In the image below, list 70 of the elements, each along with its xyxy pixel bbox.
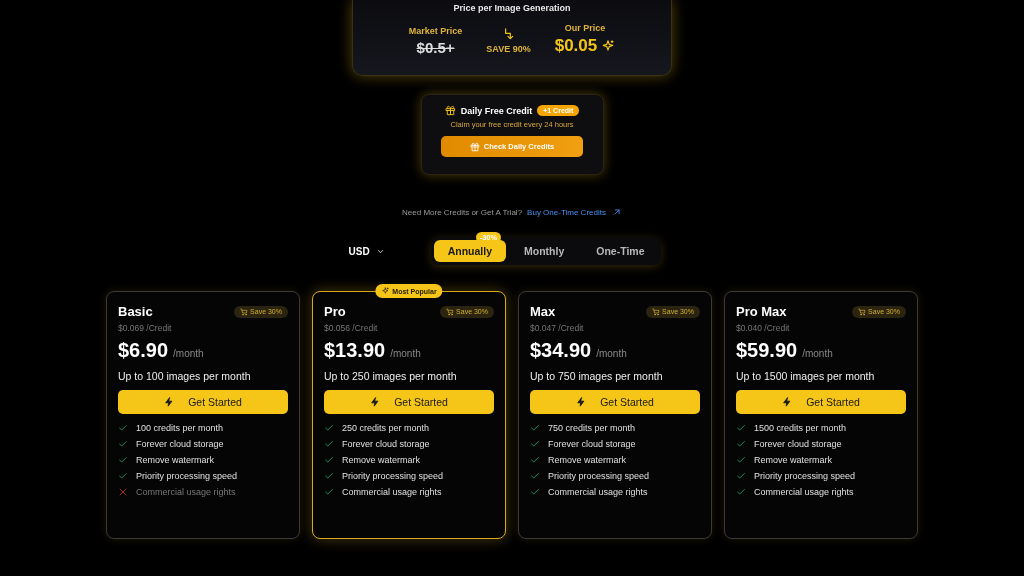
feature-text: Commercial usage rights [754, 487, 854, 497]
feature-text: Remove watermark [136, 455, 215, 465]
feature-text: 750 credits per month [548, 423, 636, 433]
get-started-button[interactable]: Get Started [324, 390, 494, 414]
feature-text: 100 credits per month [136, 423, 224, 433]
our-price: $0.05 [554, 36, 598, 56]
feature-text: Forever cloud storage [136, 439, 224, 449]
billing-tab[interactable]: One-Time [582, 240, 659, 262]
bolt-icon [576, 397, 587, 407]
feature-text: 1500 credits per month [754, 423, 847, 433]
feature-text: Remove watermark [754, 455, 833, 465]
feature-text: Priority processing speed [548, 471, 650, 481]
feature-text: Commercial usage rights [548, 487, 648, 497]
billing-tab[interactable]: Monthly [510, 240, 579, 262]
plan-name: Pro [324, 304, 346, 319]
plan-price: $59.90 [736, 339, 798, 362]
bolt-icon [782, 397, 793, 407]
get-started-button[interactable]: Get Started [736, 390, 906, 414]
cart-icon [652, 307, 661, 316]
per-credit-price: $0.047 /Credit [530, 323, 585, 333]
cart-icon [858, 307, 867, 316]
plan-summary: Up to 1500 images per month [736, 370, 876, 382]
our-price-label: Our Price [564, 23, 606, 33]
feature-text: Forever cloud storage [754, 439, 842, 449]
sparkle-icon [381, 287, 390, 295]
feature-text: Forever cloud storage [342, 439, 430, 449]
external-arrow-icon [611, 207, 622, 217]
feature-text: Forever cloud storage [548, 439, 636, 449]
daily-credit-title: Daily Free Credit [460, 105, 533, 116]
plan-price: $6.90 [118, 339, 169, 362]
price-period: /month [596, 348, 627, 359]
currency-dropdown[interactable]: USD [342, 241, 391, 261]
per-credit-price: $0.056 /Credit [324, 323, 379, 333]
price-period: /month [802, 348, 833, 359]
feature-text: Commercial usage rights [136, 487, 236, 497]
plan-price: $13.90 [324, 339, 386, 362]
plan-name: Basic [118, 304, 153, 319]
sparkle-icon [601, 39, 616, 53]
gift-icon [469, 141, 480, 152]
market-price: $0.5+ [416, 39, 455, 56]
get-started-button[interactable]: Get Started [530, 390, 700, 414]
market-price-label: Market Price [408, 26, 463, 36]
cart-icon [240, 307, 249, 316]
trial-text: Need More Credits or Get A Trial? [402, 207, 523, 217]
bolt-icon [370, 397, 381, 407]
feature-text: 250 credits per month [342, 423, 430, 433]
price-period: /month [390, 348, 421, 359]
buy-credits-link[interactable]: Buy One-Time Credits [527, 207, 622, 217]
feature-text: Commercial usage rights [342, 487, 442, 497]
per-credit-price: $0.069 /Credit [118, 323, 173, 333]
gift-icon [444, 105, 456, 116]
get-started-button[interactable]: Get Started [118, 390, 288, 414]
save-label: SAVE 90% [486, 44, 531, 54]
plan-summary: Up to 750 images per month [530, 370, 664, 382]
plan-name: Pro Max [736, 304, 787, 319]
feature-text: Priority processing speed [342, 471, 444, 481]
bolt-icon [164, 397, 175, 407]
feature-text: Priority processing speed [754, 471, 856, 481]
plan-price: $34.90 [530, 339, 592, 362]
per-credit-price: $0.040 /Credit [736, 323, 791, 333]
panel-title: Price per Image Generation [453, 3, 571, 13]
billing-tab[interactable]: Annually [433, 240, 506, 262]
plan-summary: Up to 100 images per month [118, 370, 252, 382]
feature-text: Remove watermark [342, 455, 421, 465]
cart-icon [446, 307, 455, 316]
plan-summary: Up to 250 images per month [324, 370, 458, 382]
price-period: /month [173, 348, 204, 359]
feature-text: Remove watermark [548, 455, 627, 465]
plan-name: Max [530, 304, 556, 319]
feature-text: Priority processing speed [136, 471, 238, 481]
